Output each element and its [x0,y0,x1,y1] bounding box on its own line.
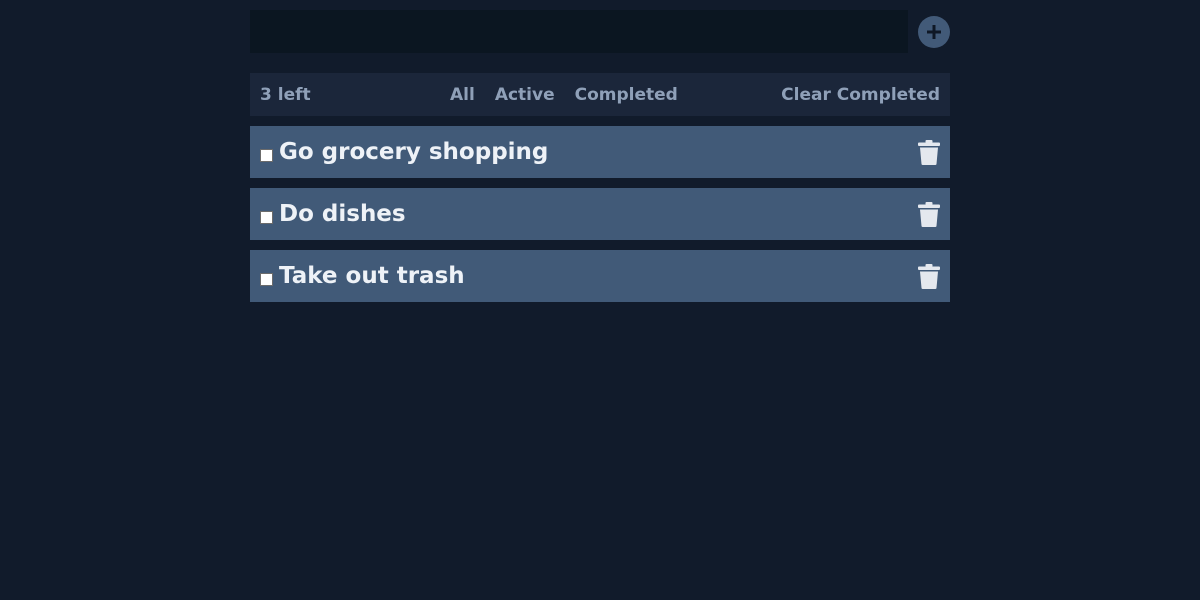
trash-icon[interactable] [918,202,940,227]
add-todo-button[interactable] [918,15,950,48]
todo-checkbox[interactable] [260,148,273,162]
todo-item: Do dishes [250,188,950,240]
todo-app: 3 left All Active Completed Clear Comple… [250,10,950,312]
items-left-count: 3 left [260,84,311,105]
todo-text: Do dishes [279,201,406,227]
filter-toolbar: 3 left All Active Completed Clear Comple… [250,73,950,116]
filter-all[interactable]: All [450,85,475,105]
new-todo-input[interactable] [250,10,908,53]
todo-list: Go grocery shopping Do dishes Take out t… [250,126,950,302]
todo-text: Go grocery shopping [279,139,549,165]
todo-item: Take out trash [250,250,950,302]
trash-icon[interactable] [918,140,940,165]
new-todo-row [250,10,950,53]
todo-text: Take out trash [279,263,465,289]
todo-item: Go grocery shopping [250,126,950,178]
todo-checkbox[interactable] [260,272,273,286]
clear-completed-button[interactable]: Clear Completed [781,85,940,105]
filter-active[interactable]: Active [495,85,555,105]
plus-icon [927,24,941,39]
trash-icon[interactable] [918,264,940,289]
filter-completed[interactable]: Completed [575,85,678,105]
filter-group: All Active Completed [450,85,698,105]
todo-checkbox[interactable] [260,210,273,224]
